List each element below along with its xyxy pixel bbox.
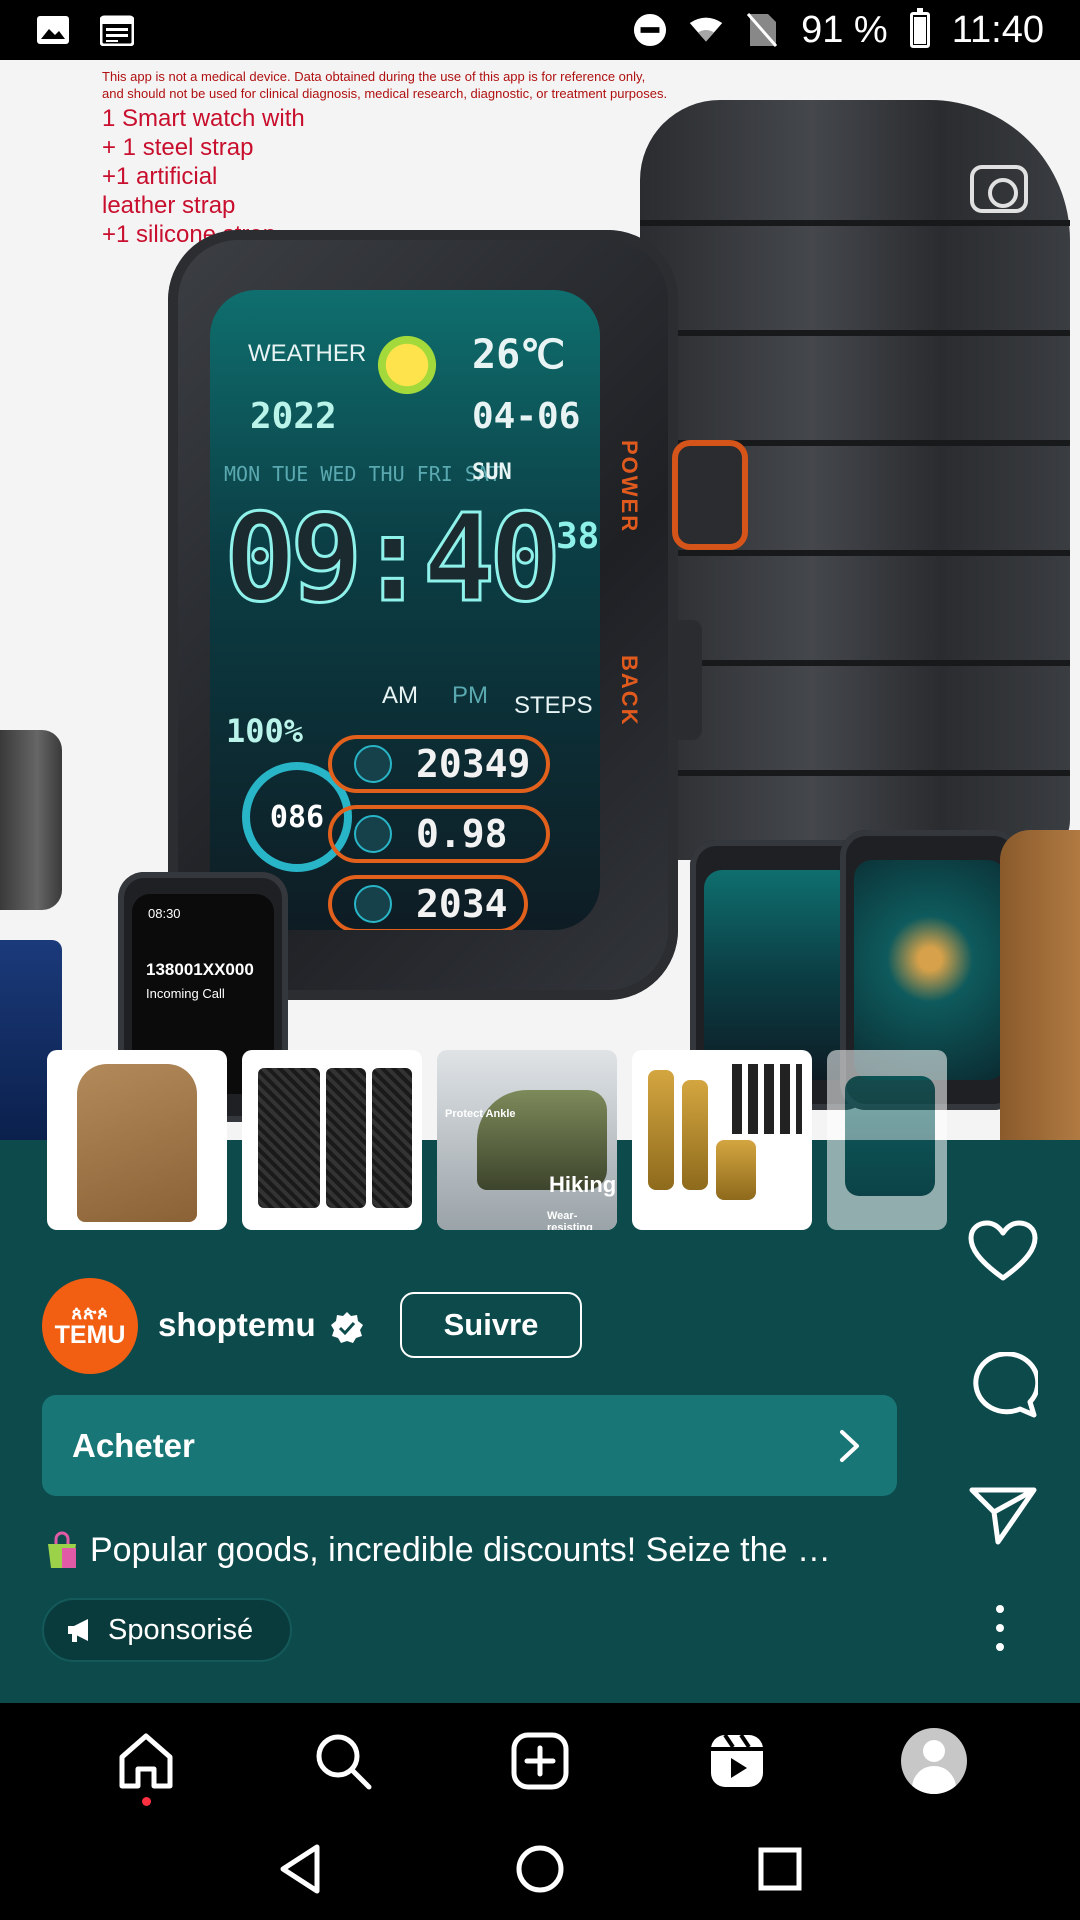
home-icon: [119, 1733, 173, 1788]
nav-profile[interactable]: [886, 1713, 982, 1809]
more-options-icon[interactable]: [990, 1605, 1010, 1651]
weather-label: WEATHER: [248, 340, 367, 367]
nav-reels[interactable]: [689, 1713, 785, 1809]
back-label: BACK: [617, 655, 642, 727]
search-icon: [316, 1734, 372, 1789]
calendar-icon: [100, 13, 134, 47]
product-carousel[interactable]: Protect Ankle Hiking Wear-resisting: [47, 1050, 947, 1230]
back-icon: [280, 1844, 320, 1894]
distance-pill: 0.98: [328, 805, 550, 863]
share-button[interactable]: [955, 1484, 1051, 1546]
nav-search[interactable]: [295, 1713, 391, 1809]
clock: 11:40: [951, 8, 1044, 51]
thumbnail-smart-watch[interactable]: [827, 1050, 947, 1230]
reels-icon: [710, 1733, 763, 1787]
sponsored-label: Sponsorisé: [108, 1613, 254, 1646]
megaphone-icon: [68, 1619, 88, 1642]
medical-disclaimer: This app is not a medical device. Data o…: [102, 69, 668, 101]
notification-dot: [142, 1796, 152, 1806]
shoptemu-avatar[interactable]: ጰጵጶ TEMU: [42, 1278, 138, 1374]
thumbnail-hiking-boot[interactable]: Protect Ankle Hiking Wear-resisting: [437, 1050, 617, 1230]
thumbnail-carbon-wallet[interactable]: [242, 1050, 422, 1230]
weekday-active: SUN: [472, 460, 512, 485]
bundle-contents: 1 Smart watch with + 1 steel strap +1 ar…: [102, 105, 305, 248]
profile-avatar: [900, 1727, 967, 1794]
sponsored-badge[interactable]: Sponsorisé: [42, 1598, 292, 1662]
battery-percent: 91 %: [801, 8, 888, 51]
share-send-icon: [969, 1487, 1037, 1545]
home-circle-icon: [516, 1845, 564, 1893]
system-recents-button[interactable]: [740, 1829, 820, 1909]
heart-rate: 086: [269, 799, 325, 835]
status-bar: 91 % 11:40: [0, 0, 1080, 60]
comment-button[interactable]: [955, 1352, 1051, 1418]
follow-button[interactable]: Suivre: [400, 1292, 582, 1358]
thumbnail-hair-clipper-set[interactable]: [632, 1050, 812, 1230]
footprint-icon: [354, 745, 392, 783]
product-image[interactable]: This app is not a medical device. Data o…: [0, 60, 1080, 1140]
system-home-button[interactable]: [500, 1829, 580, 1909]
username[interactable]: shoptemu: [158, 1306, 316, 1344]
weekdays: MON TUE WED THU FRI SAT: [224, 462, 501, 486]
image-icon: [36, 13, 70, 47]
location-icon: [354, 815, 392, 853]
create-post-icon: [511, 1732, 569, 1789]
watch-seconds: 38: [556, 516, 600, 557]
no-sim-icon: [745, 13, 779, 47]
like-button[interactable]: [955, 1220, 1051, 1282]
instagram-feed-screen: 91 % 11:40 This app is not a medical dev…: [0, 0, 1080, 1920]
thumbnail-jacket[interactable]: [47, 1050, 227, 1230]
buy-label: Acheter: [72, 1426, 195, 1464]
am-label: AM: [382, 682, 418, 709]
watch-side-button: [672, 620, 702, 740]
system-navigation: [0, 1818, 1080, 1920]
do-not-disturb-icon: [633, 13, 667, 47]
steps-label: STEPS: [514, 692, 593, 719]
charger-cylinder: [0, 730, 62, 910]
shopping-bag-icon: [48, 1531, 76, 1568]
flame-icon: [354, 885, 392, 923]
nav-create[interactable]: [492, 1713, 588, 1809]
temperature: 26℃: [472, 332, 566, 378]
recents-icon: [758, 1847, 802, 1891]
system-back-button[interactable]: [260, 1829, 340, 1909]
battery-icon: [909, 8, 930, 48]
calories-pill: 2034: [328, 875, 528, 930]
watch-battery: 100%: [226, 712, 304, 750]
watch-time: 09:40: [222, 489, 562, 631]
like-heart-icon: [968, 1220, 1038, 1281]
wifi-icon: [689, 13, 723, 47]
watch-screen: WEATHER 26℃ 2022 04-06 MON TUE WED THU F…: [210, 290, 600, 930]
sun-icon: [370, 328, 444, 402]
bottom-navigation: [0, 1703, 1080, 1818]
power-label: POWER: [617, 440, 642, 534]
chevron-right-icon: [840, 1430, 859, 1462]
watch-crown: [672, 440, 748, 550]
nav-home[interactable]: [98, 1713, 194, 1809]
post-caption[interactable]: Popular goods, incredible discounts! Sei…: [42, 1525, 872, 1575]
comment-icon: [973, 1352, 1038, 1418]
camera-icon[interactable]: [970, 165, 1028, 213]
year: 2022: [250, 396, 337, 437]
pm-label: PM: [452, 682, 488, 709]
date: 04-06: [472, 396, 581, 437]
steps-pill: 20349: [328, 735, 550, 793]
buy-button[interactable]: Acheter: [42, 1395, 897, 1496]
verified-badge-icon: [331, 1312, 363, 1343]
leather-strap: [1000, 830, 1080, 1140]
